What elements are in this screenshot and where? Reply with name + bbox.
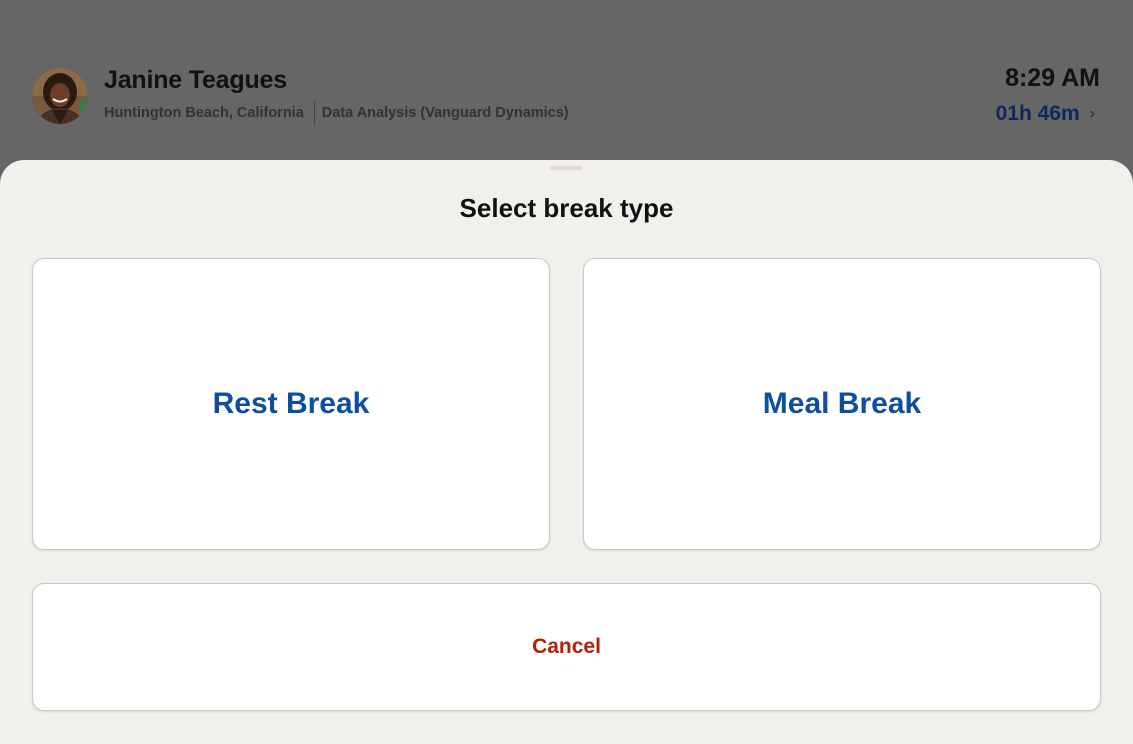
meal-break-button[interactable]: Meal Break [583, 258, 1101, 550]
employee-avatar [32, 68, 88, 124]
rest-break-button[interactable]: Rest Break [32, 258, 550, 550]
employee-location: Huntington Beach, California [104, 105, 304, 121]
employee-header: Janine Teagues Huntington Beach, Califor… [0, 0, 1133, 160]
cancel-label: Cancel [532, 635, 601, 658]
screen: Janine Teagues Huntington Beach, Califor… [0, 0, 1133, 744]
employee-department: Data Analysis (Vanguard Dynamics) [321, 105, 569, 121]
sheet-title: Select break type [459, 193, 674, 223]
cancel-button[interactable]: Cancel [32, 583, 1101, 711]
avatar-photo-icon [32, 68, 88, 124]
sheet-grabber-handle[interactable] [550, 166, 582, 170]
elapsed-duration: 01h 46m [995, 102, 1080, 125]
employee-meta: Huntington Beach, California Data Analys… [104, 101, 569, 125]
rest-break-label: Rest Break [212, 387, 370, 420]
break-type-sheet: Select break type Rest Break Meal Break … [0, 160, 1133, 744]
meal-break-label: Meal Break [762, 387, 922, 420]
chevron-right-icon: › [1089, 105, 1095, 122]
clock-time: 8:29 AM [1005, 64, 1100, 92]
elapsed-duration-link[interactable]: 01h 46m › [996, 102, 1095, 126]
meta-divider [313, 101, 315, 125]
employee-name: Janine Teagues [104, 66, 287, 94]
